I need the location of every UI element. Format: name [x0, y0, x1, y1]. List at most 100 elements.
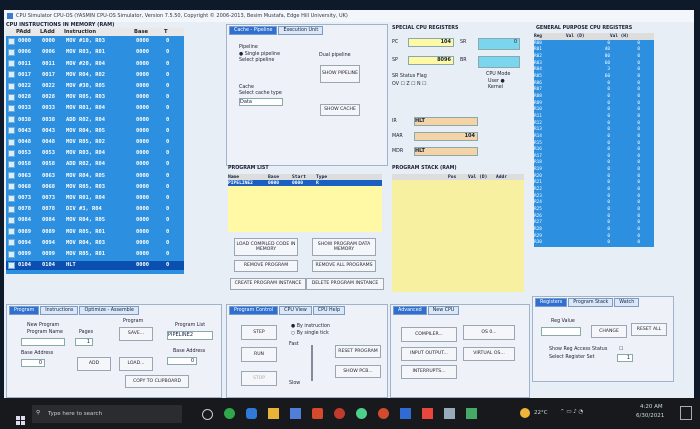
speed-slider[interactable] — [311, 345, 313, 381]
register-row[interactable]: R20 0 0 — [534, 173, 654, 180]
register-row[interactable]: R23 0 0 — [534, 193, 654, 200]
register-row[interactable]: R06 0 0 — [534, 80, 654, 87]
row-checkbox[interactable] — [8, 127, 15, 135]
change-button[interactable]: CHANGE — [591, 325, 627, 338]
kernel-mode-radio[interactable]: Kernel — [488, 85, 503, 90]
base-address-input[interactable]: 0 — [21, 359, 45, 367]
virtual-os-button[interactable]: VIRTUAL OS... — [463, 347, 515, 361]
register-row[interactable]: R12 0 0 — [534, 120, 654, 127]
row-checkbox[interactable] — [8, 239, 15, 247]
row-checkbox[interactable] — [8, 228, 15, 236]
reg-value-input[interactable] — [541, 327, 581, 336]
program-name-input[interactable] — [21, 338, 65, 346]
memory-row[interactable]: 0084 0084 MOV R04, R05 0000 0 — [6, 216, 184, 225]
system-tray-icons[interactable]: ⌃ ▭ ♪ ◔ — [560, 409, 583, 415]
interrupts-button[interactable]: INTERRUPTS... — [401, 365, 457, 379]
save-button[interactable]: SAVE... — [119, 327, 153, 341]
app-icon-green[interactable] — [466, 408, 477, 419]
task-view-icon[interactable] — [202, 409, 213, 420]
register-row[interactable]: R02 80 0 — [534, 53, 654, 60]
register-set-select[interactable]: 1 — [617, 354, 633, 362]
taskbar-search-box[interactable]: ⚲ Type here to search — [32, 405, 182, 423]
tab-program-stack[interactable]: Program Stack — [568, 298, 614, 307]
row-checkbox[interactable] — [8, 149, 15, 157]
delete-instance-button[interactable]: DELETE PROGRAM INSTANCE — [306, 278, 384, 290]
register-row[interactable]: R09 0 0 — [534, 100, 654, 107]
tab-program[interactable]: Program — [9, 306, 40, 315]
memory-row[interactable]: 0068 0068 MOV R05, R03 0000 0 — [6, 183, 184, 192]
memory-row[interactable]: 0028 0028 MOV R05, R03 0000 0 — [6, 93, 184, 102]
memory-row[interactable]: 0038 0038 ADD R02, R04 0000 0 — [6, 115, 184, 124]
tab-optimize-assemble[interactable]: Optimize - Assemble — [79, 306, 139, 315]
load-button[interactable]: LOAD... — [119, 357, 153, 371]
register-row[interactable]: R26 0 0 — [534, 213, 654, 220]
load-compiled-button[interactable]: LOAD COMPILED CODE IN MEMORY — [234, 238, 298, 256]
row-checkbox[interactable] — [8, 104, 15, 112]
single-pipeline-radio[interactable]: ● Single pipeline — [239, 52, 280, 57]
register-row[interactable]: R14 0 0 — [534, 133, 654, 140]
memory-row[interactable]: 0099 0099 MOV R05, R01 0000 0 — [6, 250, 184, 259]
opera-icon[interactable] — [334, 408, 345, 419]
app-icon-red[interactable] — [422, 408, 433, 419]
memory-row[interactable]: 0033 0033 MOV R01, R04 0000 0 — [6, 104, 184, 113]
row-checkbox[interactable] — [8, 60, 15, 68]
tab-program-control[interactable]: Program Control — [229, 306, 279, 315]
memory-row[interactable]: 0078 0078 DIV #3, R04 0000 0 — [6, 205, 184, 214]
os-button[interactable]: OS 0... — [463, 325, 515, 340]
tab-advanced[interactable]: Advanced — [393, 306, 427, 315]
memory-row[interactable]: 0006 0006 MOV R03, R01 0000 0 — [6, 48, 184, 57]
row-checkbox[interactable] — [8, 205, 15, 213]
reset-all-button[interactable]: RESET ALL — [631, 323, 667, 336]
chrome-icon[interactable] — [224, 408, 235, 419]
cpu-simulator-taskbar-icon[interactable] — [444, 408, 455, 419]
office-icon[interactable] — [312, 408, 323, 419]
row-checkbox[interactable] — [8, 194, 15, 202]
program-list-table[interactable]: Name Base Start Type PIPELINE2 0000 0000 R — [228, 174, 382, 232]
register-row[interactable]: R04 3 0 — [534, 67, 654, 74]
register-row[interactable]: R15 0 0 — [534, 140, 654, 147]
show-cache-button[interactable]: SHOW CACHE — [320, 104, 360, 116]
register-row[interactable]: R21 0 0 — [534, 180, 654, 187]
register-row[interactable]: R28 0 0 — [534, 226, 654, 233]
row-checkbox[interactable] — [8, 138, 15, 146]
register-row[interactable]: R00 0 0 — [534, 40, 654, 47]
register-row[interactable]: R17 0 0 — [534, 153, 654, 160]
register-row[interactable]: R19 0 0 — [534, 166, 654, 173]
stop-button[interactable]: STOP — [241, 371, 277, 386]
memory-row[interactable]: 0022 0022 MOV #30, R05 0000 0 — [6, 82, 184, 91]
tab-execution-unit[interactable]: Execution Unit — [278, 26, 324, 35]
memory-row[interactable]: 0053 0053 MOV R03, R04 0000 0 — [6, 149, 184, 158]
memory-row[interactable]: 0063 0063 MOV R04, R05 0000 0 — [6, 171, 184, 180]
memory-row[interactable]: 0094 0094 MOV R04, R03 0000 0 — [6, 239, 184, 248]
register-row[interactable]: R25 0 0 — [534, 206, 654, 213]
word-icon[interactable] — [400, 408, 411, 419]
tab-cpu-view[interactable]: CPU View — [279, 306, 312, 315]
remove-program-button[interactable]: REMOVE PROGRAM — [234, 260, 298, 272]
memory-row[interactable]: 0073 0073 MOV R01, R04 0000 0 — [6, 194, 184, 203]
memory-row[interactable]: 0048 0048 MOV R05, R02 0000 0 — [6, 138, 184, 147]
register-row[interactable]: R18 0 0 — [534, 160, 654, 167]
create-instance-button[interactable]: CREATE PROGRAM INSTANCE — [230, 278, 306, 290]
show-pipeline-button[interactable]: SHOW PIPELINE — [320, 65, 360, 83]
remove-all-programs-button[interactable]: REMOVE ALL PROGRAMS — [312, 260, 376, 272]
tab-registers[interactable]: Registers — [535, 298, 568, 307]
user-mode-radio[interactable]: User ● — [488, 79, 505, 84]
register-row[interactable]: R11 0 0 — [534, 113, 654, 120]
register-row[interactable]: R03 60 0 — [534, 60, 654, 67]
by-instruction-radio[interactable]: ● By instruction — [291, 324, 330, 329]
program-stack-table[interactable]: Pos Val (D) Addr — [392, 174, 524, 292]
tab-cache-pipeline[interactable]: Cache - Pipeline — [229, 26, 278, 35]
tab-watch[interactable]: Watch — [614, 298, 640, 307]
notifications-icon[interactable] — [680, 406, 692, 420]
row-checkbox[interactable] — [8, 82, 15, 90]
step-button[interactable]: STEP — [241, 325, 277, 340]
row-checkbox[interactable] — [8, 160, 15, 168]
store-icon[interactable] — [290, 408, 301, 419]
row-checkbox[interactable] — [8, 261, 15, 269]
edge-icon[interactable] — [246, 408, 257, 419]
row-checkbox[interactable] — [8, 183, 15, 191]
copy-clipboard-button[interactable]: COPY TO CLIPBOARD — [125, 375, 189, 388]
tab-instructions[interactable]: Instructions — [40, 306, 79, 315]
row-checkbox[interactable] — [8, 48, 15, 56]
register-row[interactable]: R16 0 0 — [534, 146, 654, 153]
